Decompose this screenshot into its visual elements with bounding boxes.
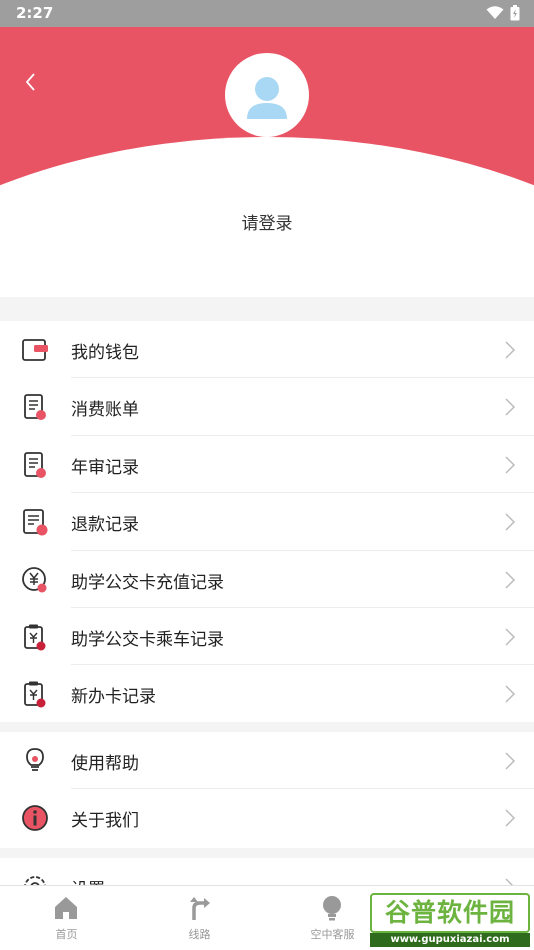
menu-item-about[interactable]: 关于我们 [0,789,534,846]
home-icon [55,897,77,919]
menu-item-label: 助学公交卡乘车记录 [71,629,224,650]
recharge-icon [22,566,47,593]
menu-item-settings[interactable]: 设置 [0,858,534,885]
menu-item-help[interactable]: 使用帮助 [0,732,534,790]
customer-service-icon [323,896,341,921]
chevron-right-icon [505,685,516,703]
wifi-icon [486,6,504,19]
wallet-icon [22,339,48,361]
menu-item-label: 消费账单 [71,400,139,421]
menu-item-recharge-record[interactable]: 助学公交卡充值记录 [0,551,534,608]
menu-item-bill[interactable]: 消费账单 [0,378,534,436]
watermark-url: www.gupuxiazai.com [370,933,530,947]
route-icon [190,897,210,920]
menu-item-annual-review[interactable]: 年审记录 [0,436,534,494]
chevron-right-icon [505,809,516,827]
status-time: 2:27 [16,4,54,22]
avatar[interactable] [225,53,309,137]
profile-header: 请登录 [0,27,534,297]
menu-item-label: 退款记录 [71,515,139,536]
chevron-right-icon [505,513,516,531]
menu-item-label: 关于我们 [71,811,139,832]
refund-icon [23,509,48,536]
site-watermark: 谷普软件园 www.gupuxiazai.com [370,893,530,947]
chevron-right-icon [505,752,516,770]
chevron-right-icon [505,628,516,646]
new-card-icon [24,681,46,708]
menu-item-label: 我的钱包 [71,343,139,363]
status-icons [486,5,520,21]
menu-group-help: 使用帮助 关于我们 [0,732,534,848]
chevron-right-icon [505,571,516,589]
annual-review-icon [24,451,46,478]
menu-item-label: 使用帮助 [71,754,139,774]
menu-item-label: 年审记录 [71,457,139,478]
help-bulb-icon [26,748,44,771]
user-avatar-icon [247,77,287,119]
watermark-title: 谷普软件园 [370,893,530,933]
tab-home[interactable]: 首页 [0,886,133,950]
chevron-right-icon [505,456,516,474]
menu-item-label: 新办卡记录 [71,687,156,708]
menu-group-settings: 设置 [0,858,534,885]
ride-record-icon [24,624,46,651]
back-icon[interactable] [18,69,44,95]
chevron-right-icon [505,341,516,359]
menu-group-records: 我的钱包 消费账单 年审记录 退款记录 助学公交卡充值记录 助学公交卡乘车记录 … [0,321,534,722]
status-bar: 2:27 [0,0,534,27]
menu-item-label: 设置 [71,875,105,885]
tab-label: 线路 [188,928,211,941]
menu-item-label: 助学公交卡充值记录 [71,572,224,593]
info-icon [22,805,48,832]
tab-route[interactable]: 线路 [133,886,266,950]
menu-item-new-card-record[interactable]: 新办卡记录 [0,665,534,722]
chevron-right-icon [505,878,514,885]
login-prompt[interactable]: 请登录 [0,209,534,234]
settings-gear-icon [24,876,46,885]
menu-item-refund[interactable]: 退款记录 [0,493,534,551]
tab-label: 首页 [55,928,78,941]
menu-item-ride-record[interactable]: 助学公交卡乘车记录 [0,608,534,666]
menu-item-wallet[interactable]: 我的钱包 [0,321,534,379]
chevron-right-icon [505,398,516,416]
bill-icon [24,394,46,421]
battery-icon [510,5,520,21]
